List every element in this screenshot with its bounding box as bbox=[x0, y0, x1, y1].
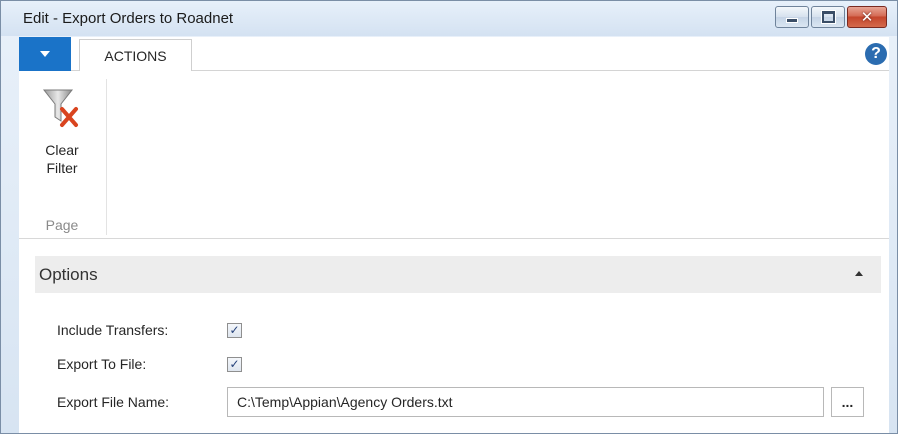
help-glyph: ? bbox=[871, 45, 881, 62]
clear-filter-icon bbox=[42, 89, 78, 127]
clear-filter-button[interactable]: Clear Filter bbox=[29, 85, 95, 201]
dropdown-arrow-icon bbox=[40, 51, 50, 57]
close-button[interactable]: ✕ bbox=[847, 6, 887, 28]
maximize-button[interactable] bbox=[811, 6, 845, 28]
help-icon[interactable]: ? bbox=[865, 43, 887, 65]
field-export-to-file: Export To File: ✓ bbox=[57, 350, 242, 378]
dialog-window: Edit - Export Orders to Roadnet ✕ ACTION… bbox=[0, 0, 898, 434]
export-to-file-label: Export To File: bbox=[57, 356, 147, 372]
tab-actions[interactable]: ACTIONS bbox=[79, 39, 192, 72]
ribbon-body: Clear Filter Page bbox=[19, 71, 889, 239]
include-transfers-checkbox[interactable]: ✓ bbox=[227, 322, 242, 338]
ribbon-tabstrip: ACTIONS ? bbox=[19, 37, 889, 72]
app-menu-button[interactable] bbox=[19, 37, 71, 71]
clear-filter-label: Clear Filter bbox=[45, 142, 79, 176]
options-fasttab-header[interactable]: Options bbox=[35, 256, 881, 293]
close-icon: ✕ bbox=[860, 8, 874, 26]
export-file-name-input[interactable] bbox=[227, 387, 824, 417]
window-title: Edit - Export Orders to Roadnet bbox=[23, 10, 234, 27]
field-export-file-name: Export File Name: ... bbox=[57, 386, 864, 418]
ribbon-group-page: Clear Filter Page bbox=[19, 79, 107, 235]
chevron-up-icon[interactable] bbox=[855, 271, 863, 276]
include-transfers-label: Include Transfers: bbox=[57, 322, 169, 338]
client-area: ACTIONS ? Clear Filter Page Options Incl… bbox=[19, 37, 889, 433]
ribbon-group-label: Page bbox=[45, 217, 79, 233]
checkmark-icon: ✓ bbox=[229, 323, 240, 337]
export-to-file-checkbox[interactable]: ✓ bbox=[227, 356, 242, 372]
tab-actions-label: ACTIONS bbox=[104, 48, 167, 64]
options-title: Options bbox=[39, 264, 98, 284]
title-bar[interactable]: Edit - Export Orders to Roadnet ✕ bbox=[1, 1, 897, 36]
lookup-button[interactable]: ... bbox=[831, 387, 864, 417]
window-controls: ✕ bbox=[775, 6, 887, 28]
minimize-button[interactable] bbox=[775, 6, 809, 28]
checkmark-icon: ✓ bbox=[229, 357, 240, 371]
export-file-name-label: Export File Name: bbox=[57, 394, 170, 410]
page-content: Options Include Transfers: ✓ Export To F… bbox=[19, 239, 889, 433]
field-include-transfers: Include Transfers: ✓ bbox=[57, 316, 242, 344]
